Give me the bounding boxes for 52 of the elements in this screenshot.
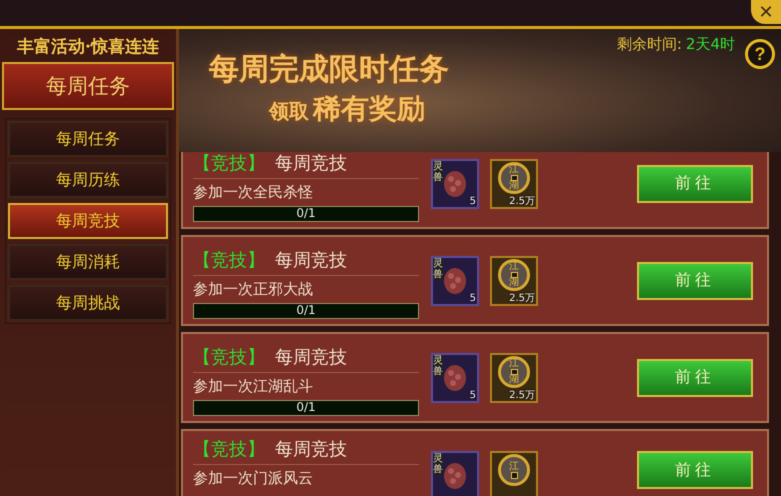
menu-tab[interactable]: 每周任务 <box>8 121 168 157</box>
menu-tab[interactable]: 每周消耗 <box>8 244 168 280</box>
banner-subtitle: 领取 <box>269 98 309 125</box>
coin-mark: 江 <box>509 462 519 472</box>
banner-subtitle-emphasis: 稀有奖励 <box>313 91 425 127</box>
task-category: 【竞技】 <box>193 152 265 175</box>
slogan-text: 丰富活动·惊喜连连 <box>16 36 160 59</box>
reward-slot[interactable]: 灵兽 <box>431 451 479 496</box>
task-description: 参加一次全民杀怪 <box>193 182 314 203</box>
task-category: 【竞技】 <box>193 346 265 369</box>
reward-count: 2.5万 <box>509 196 535 206</box>
reward-slot[interactable]: 灵兽 5 <box>431 158 479 208</box>
menu-tab[interactable]: 每周挑战 <box>8 285 168 321</box>
reward-tag: 灵兽 <box>433 453 443 475</box>
reward-slot[interactable]: 灵兽 5 <box>431 256 479 306</box>
section-header: 每周任务 <box>2 62 174 110</box>
coin-mark: 江 <box>509 358 519 368</box>
time-value: 2天4时 <box>686 35 735 55</box>
task-description: 参加一次江湖乱斗 <box>193 376 314 397</box>
progress-text: 0/1 <box>295 303 317 317</box>
task-description: 参加一次正邪大战 <box>193 279 314 300</box>
menu-tab[interactable]: 每周历练 <box>8 162 168 198</box>
coin-mark: 江 <box>509 262 519 272</box>
reward-slot[interactable]: 灵兽 5 <box>431 352 479 402</box>
reward-count: 5 <box>470 292 476 304</box>
reward-count: 5 <box>470 196 476 206</box>
beast-icon <box>441 266 469 296</box>
reward-slot[interactable]: 江 <box>490 451 538 496</box>
progress-text: 0/1 <box>295 400 317 414</box>
coin-mark: 江 <box>509 164 519 174</box>
task-category: 【竞技】 <box>193 249 265 272</box>
beast-icon <box>441 168 469 198</box>
menu-tab[interactable]: 每周竞技 <box>8 203 168 239</box>
reward-count: 2.5万 <box>509 390 535 400</box>
task-name: 每周竞技 <box>275 346 347 369</box>
reward-tag: 灵兽 <box>433 160 443 182</box>
beast-icon <box>441 362 469 392</box>
reward-count: 5 <box>470 390 476 400</box>
beast-icon <box>441 461 469 491</box>
banner-headline: 每周完成限时任务 <box>209 51 450 89</box>
task-name: 每周竞技 <box>275 152 347 175</box>
task-category: 【竞技】 <box>193 438 265 461</box>
close-button[interactable]: ✕ <box>751 0 781 24</box>
time-label: 剩余时间: <box>616 35 682 55</box>
task-name: 每周竞技 <box>275 249 347 272</box>
reward-tag: 灵兽 <box>433 258 443 280</box>
help-button[interactable]: ? <box>745 39 775 69</box>
task-name: 每周竞技 <box>275 438 347 461</box>
reward-tag: 灵兽 <box>433 354 443 376</box>
reward-count: 2.5万 <box>509 292 535 304</box>
progress-text: 0/1 <box>295 206 317 220</box>
task-description: 参加一次门派风云 <box>193 468 314 489</box>
